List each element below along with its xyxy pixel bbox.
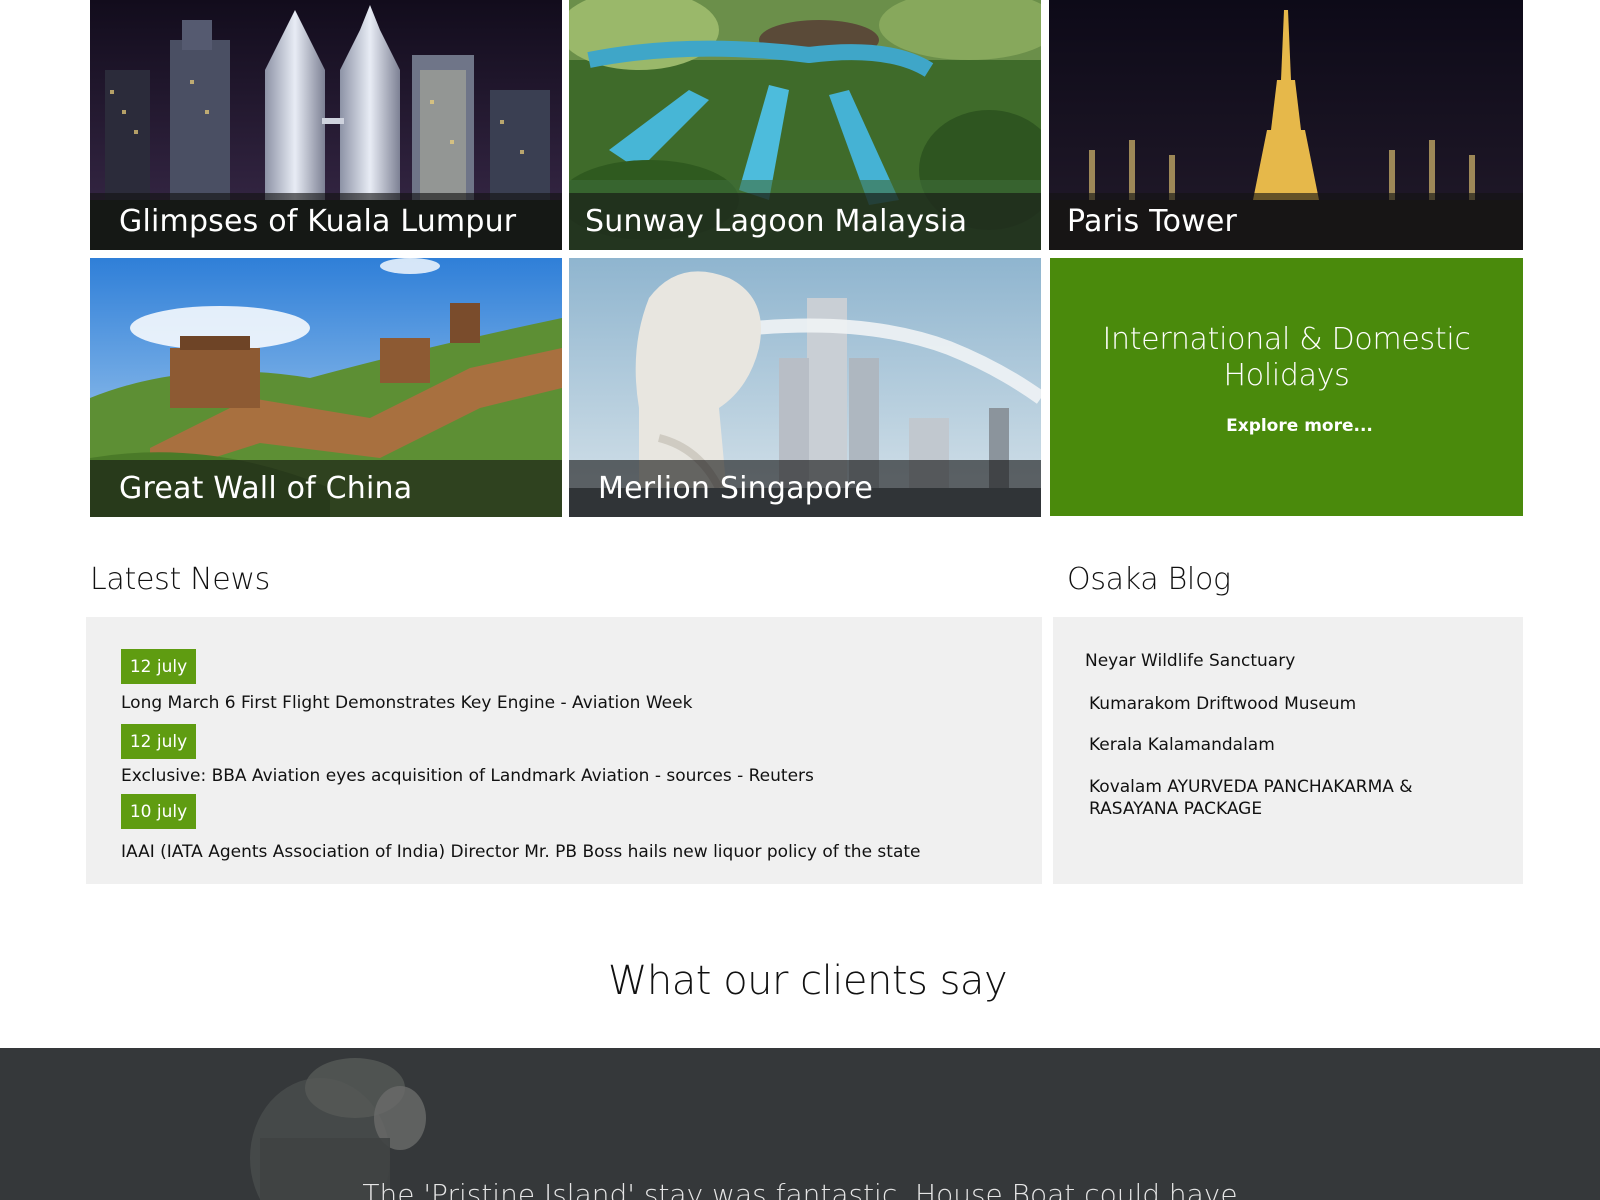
tile-title: Great Wall of China	[119, 471, 413, 506]
news-date-badge: 12 july	[121, 649, 196, 684]
latest-news-title: Latest News	[90, 562, 271, 597]
osaka-blog-title: Osaka Blog	[1067, 562, 1231, 597]
tile-caption: Glimpses of Kuala Lumpur	[90, 193, 562, 250]
tile-title: Glimpses of Kuala Lumpur	[119, 204, 517, 239]
news-link[interactable]: IAAI (IATA Agents Association of India) …	[121, 842, 921, 862]
tile-sunway-lagoon-malaysia[interactable]: Sunway Lagoon Malaysia	[569, 0, 1041, 250]
osaka-blog-panel: Neyar Wildlife Sanctuary Kumarakom Drift…	[1053, 617, 1523, 884]
news-date-badge: 12 july	[121, 724, 196, 759]
testimonials-title: What our clients say	[607, 958, 1008, 1004]
explore-more-link[interactable]: Explore more...	[1050, 416, 1523, 436]
blog-link[interactable]: Kovalam AYURVEDA PANCHAKARMA & RASAYANA …	[1089, 776, 1469, 820]
blog-link[interactable]: Kerala Kalamandalam	[1089, 734, 1275, 756]
blog-link[interactable]: Neyar Wildlife Sanctuary	[1085, 650, 1295, 672]
holidays-promo: International & Domestic Holidays Explor…	[1050, 258, 1523, 516]
tile-merlion-singapore[interactable]: Merlion Singapore	[569, 258, 1041, 517]
news-link[interactable]: Long March 6 First Flight Demonstrates K…	[121, 693, 692, 713]
promo-title: International & Domestic Holidays	[1102, 322, 1471, 393]
tile-glimpses-of-kuala-lumpur[interactable]: Glimpses of Kuala Lumpur	[90, 0, 562, 250]
latest-news-panel: 12 july Long March 6 First Flight Demons…	[86, 617, 1042, 884]
tile-title: Sunway Lagoon Malaysia	[585, 204, 968, 239]
testimonial-quote: The 'Pristine Island' stay was fantastic…	[362, 1178, 1238, 1200]
news-date-badge: 10 july	[121, 794, 196, 829]
tile-paris-tower[interactable]: Paris Tower	[1049, 0, 1523, 250]
tile-title: Paris Tower	[1067, 204, 1238, 239]
news-link[interactable]: Exclusive: BBA Aviation eyes acquisition…	[121, 766, 814, 786]
tile-caption: Merlion Singapore	[569, 460, 1041, 517]
tile-title: Merlion Singapore	[598, 471, 873, 506]
tile-caption: Paris Tower	[1049, 193, 1523, 250]
tile-caption: Sunway Lagoon Malaysia	[569, 193, 1041, 250]
tile-caption: Great Wall of China	[90, 460, 562, 517]
blog-link[interactable]: Kumarakom Driftwood Museum	[1089, 693, 1356, 715]
testimonial-band: The 'Pristine Island' stay was fantastic…	[0, 1048, 1600, 1200]
tile-great-wall-of-china[interactable]: Great Wall of China	[90, 258, 562, 517]
